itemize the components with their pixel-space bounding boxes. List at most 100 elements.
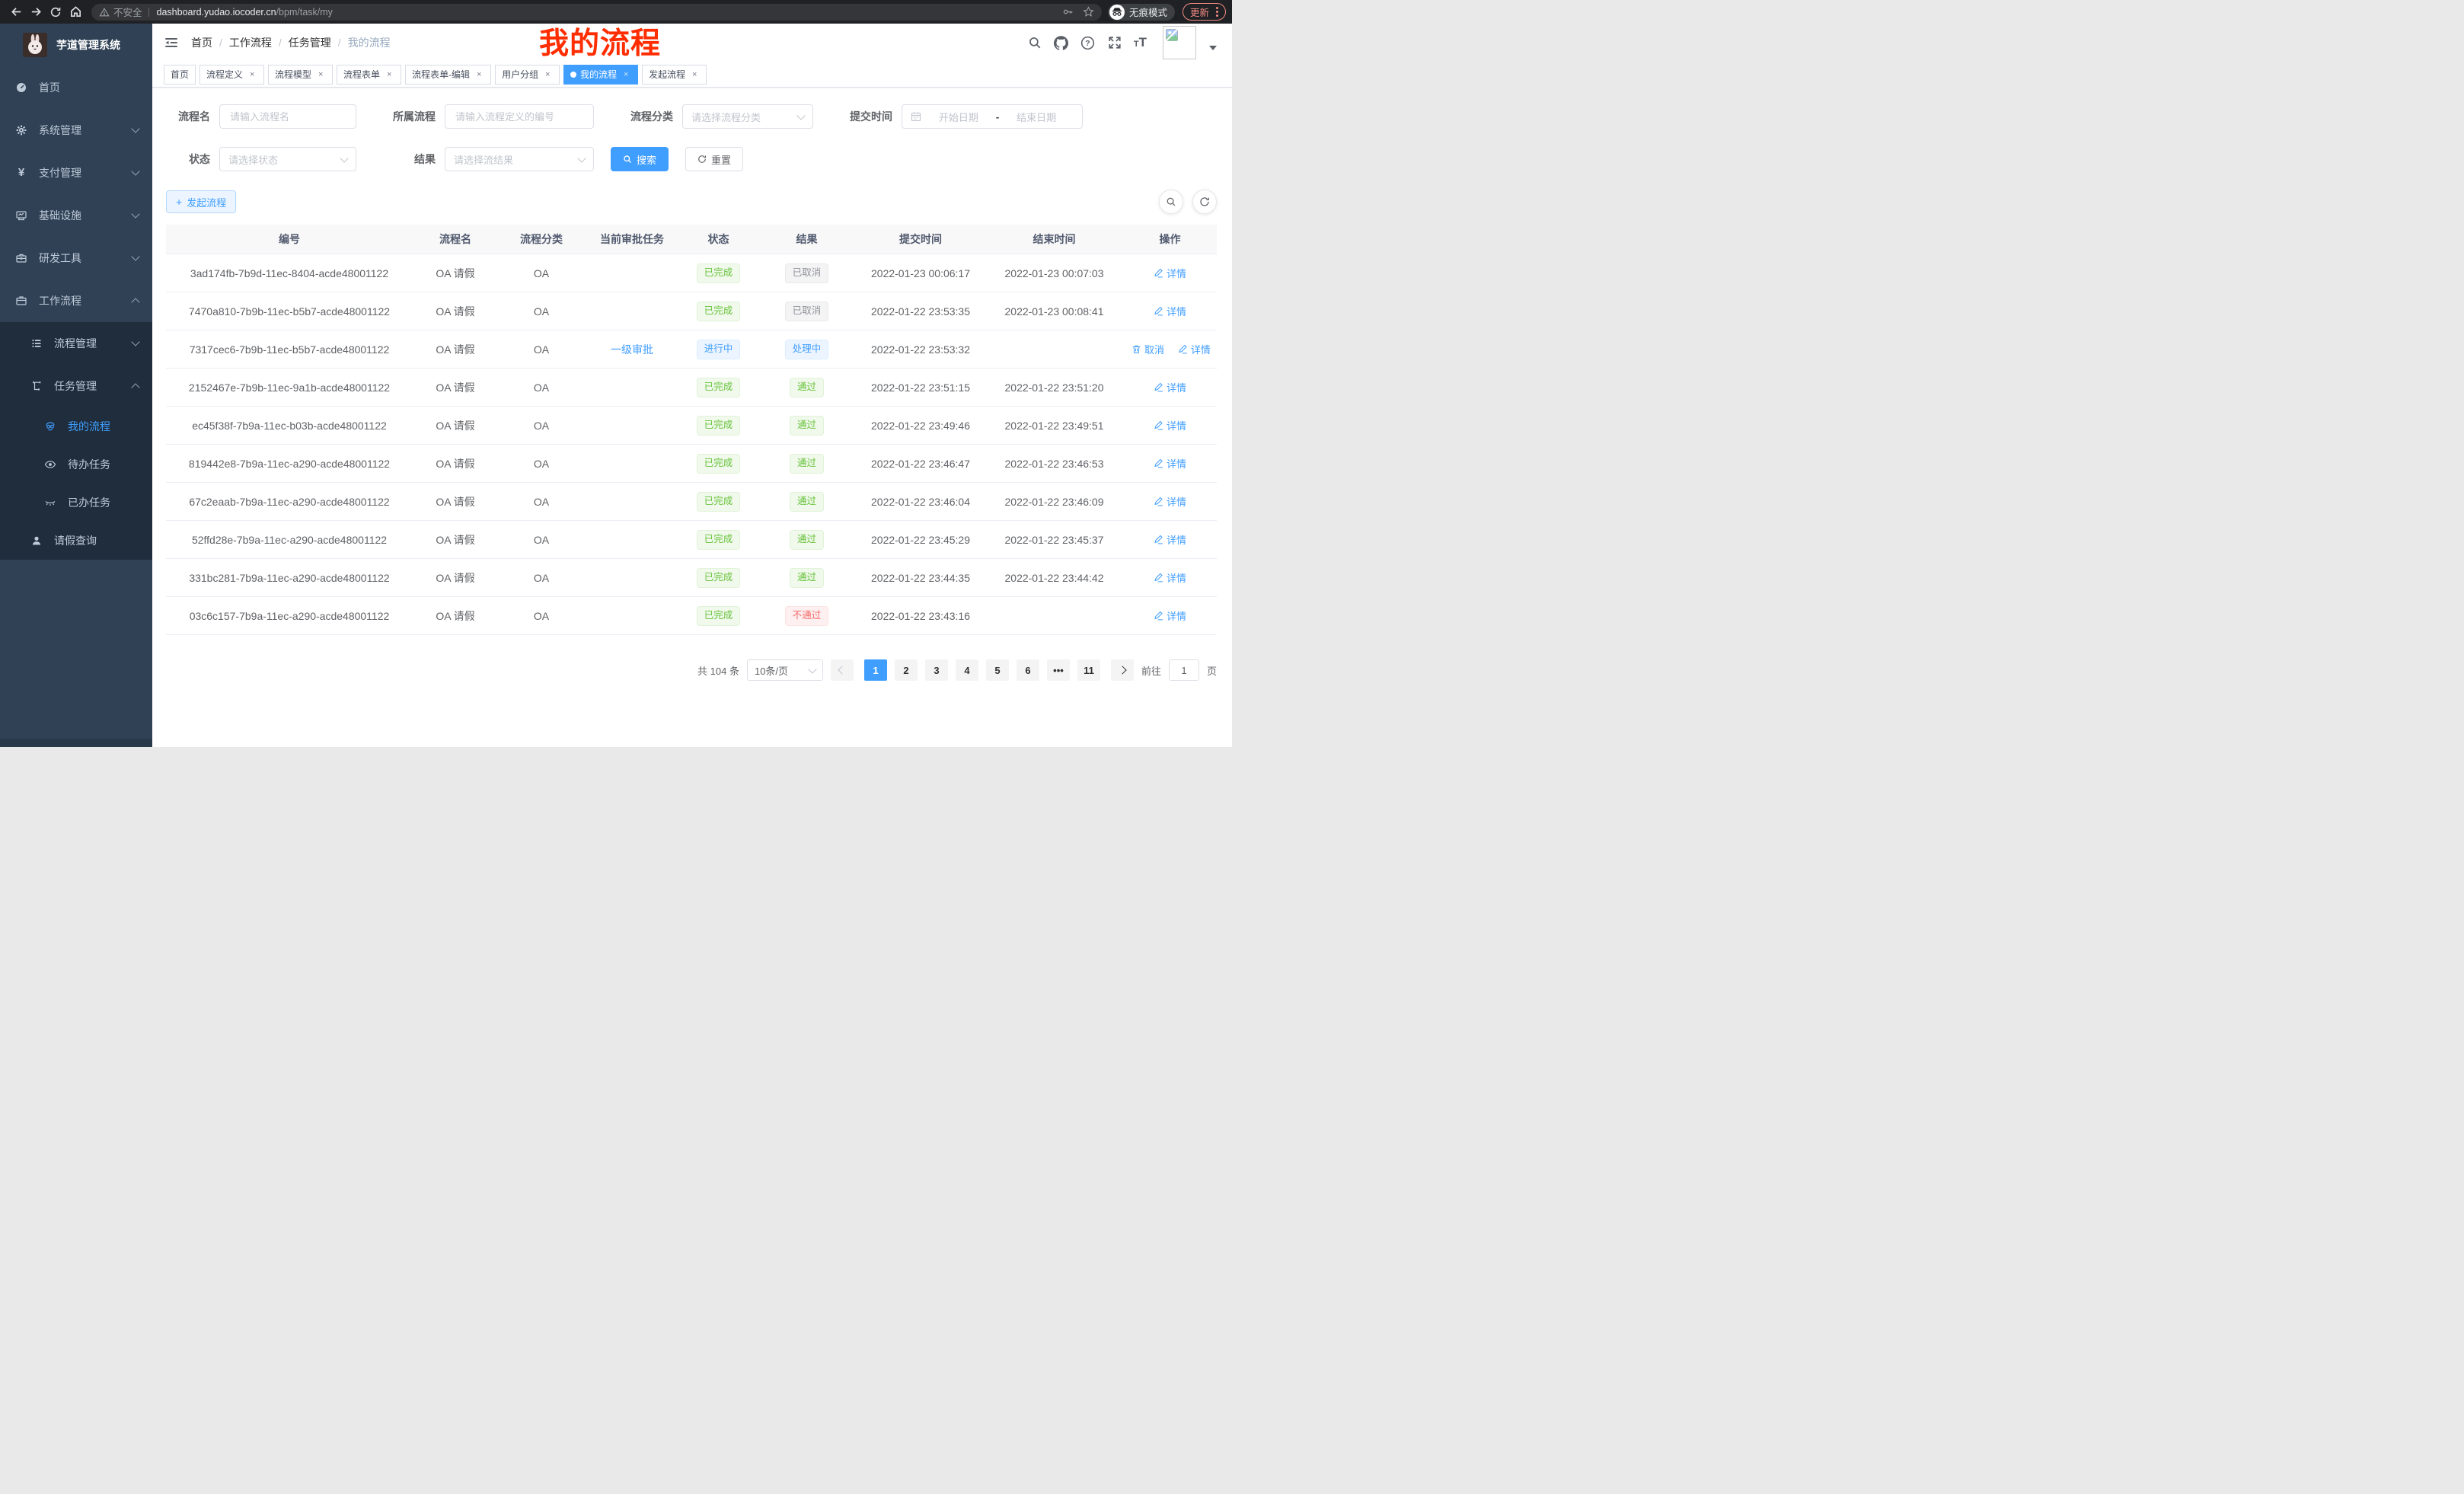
- status-select[interactable]: 请选择状态: [219, 147, 356, 171]
- chevron-down-icon: [131, 252, 139, 260]
- prev-page-button[interactable]: [831, 659, 854, 681]
- header-search-button[interactable]: [1027, 35, 1042, 50]
- gear-icon: [15, 124, 27, 136]
- detail-action-link[interactable]: 详情: [1178, 342, 1211, 356]
- detail-action-link[interactable]: 详情: [1154, 456, 1186, 471]
- fullscreen-button[interactable]: [1107, 35, 1122, 50]
- browser-reload-button[interactable]: [46, 2, 65, 22]
- cell-actions: 详情: [1123, 292, 1217, 330]
- sidebar-item-workflow[interactable]: 工作流程: [0, 279, 152, 322]
- detail-action-link[interactable]: 详情: [1154, 570, 1186, 585]
- sidebar-item-label: 系统管理: [39, 123, 81, 138]
- browser-forward-button[interactable]: [26, 2, 46, 22]
- not-secure-warning-icon: [99, 7, 110, 18]
- close-icon[interactable]: ×: [542, 70, 553, 79]
- view-tab[interactable]: 流程表单 ×: [337, 65, 401, 85]
- page-button[interactable]: 2: [895, 659, 918, 681]
- sidebar-item-system[interactable]: 系统管理: [0, 109, 152, 152]
- page-button[interactable]: •••: [1047, 659, 1070, 681]
- detail-action-link[interactable]: 详情: [1154, 304, 1186, 318]
- view-tab[interactable]: 流程表单-编辑 ×: [405, 65, 491, 85]
- process-name-input[interactable]: [219, 104, 356, 129]
- sidebar-item-devtools[interactable]: 研发工具: [0, 237, 152, 279]
- detail-action-link[interactable]: 详情: [1154, 532, 1186, 547]
- search-button[interactable]: 搜索: [611, 147, 669, 171]
- avatar-dropdown-caret-icon[interactable]: [1209, 46, 1217, 50]
- pagination-total: 共 104 条: [697, 663, 739, 678]
- cancel-action-link[interactable]: 取消: [1131, 342, 1164, 356]
- view-tab[interactable]: 流程模型 ×: [268, 65, 333, 85]
- close-icon[interactable]: ×: [689, 70, 700, 79]
- close-icon[interactable]: ×: [384, 70, 394, 79]
- github-link[interactable]: [1054, 35, 1069, 50]
- close-icon[interactable]: ×: [315, 70, 326, 79]
- process-name-input-field[interactable]: [228, 110, 347, 123]
- cell-process-name: OA 请假: [413, 330, 498, 369]
- close-icon[interactable]: ×: [621, 70, 631, 79]
- sidebar-item-leave-query[interactable]: 请假查询: [0, 522, 152, 560]
- page-button[interactable]: 3: [925, 659, 948, 681]
- create-process-button[interactable]: + 发起流程: [166, 190, 236, 213]
- detail-action-link[interactable]: 详情: [1154, 608, 1186, 623]
- main-area: 我的流程 首页 / 工作流程 / 任务管理 / 我的流程: [152, 24, 1232, 747]
- page-button[interactable]: 6: [1017, 659, 1039, 681]
- breadcrumb-item[interactable]: 任务管理: [289, 35, 331, 50]
- toggle-search-button[interactable]: [1159, 190, 1183, 214]
- chevron-down-icon: [131, 337, 139, 346]
- sidebar-item-done-tasks[interactable]: 已办任务: [0, 484, 152, 522]
- app-logo[interactable]: 芋道管理系统: [0, 24, 152, 66]
- browser-menu-dots-icon[interactable]: [1216, 7, 1218, 17]
- breadcrumb-item[interactable]: 工作流程: [229, 35, 272, 50]
- page-button[interactable]: 11: [1077, 659, 1100, 681]
- close-icon[interactable]: ×: [474, 70, 484, 79]
- detail-action-link[interactable]: 详情: [1154, 266, 1186, 280]
- sidebar-item-infrastructure[interactable]: 基础设施: [0, 194, 152, 237]
- view-tab[interactable]: 流程定义 ×: [199, 65, 264, 85]
- address-bar[interactable]: 不安全 dashboard.yudao.iocoder.cn/bpm/task/…: [91, 4, 1102, 21]
- page-button[interactable]: 4: [956, 659, 978, 681]
- browser-update-button[interactable]: 更新: [1183, 3, 1226, 21]
- view-tab[interactable]: 用户分组 ×: [495, 65, 560, 85]
- detail-action-link[interactable]: 详情: [1154, 494, 1186, 509]
- search-icon: [1166, 196, 1176, 207]
- detail-action-link[interactable]: 详情: [1154, 380, 1186, 394]
- category-select[interactable]: 请选择流程分类: [682, 104, 813, 129]
- result-select[interactable]: 请选择流结果: [445, 147, 594, 171]
- bookmark-star-button[interactable]: [1083, 6, 1094, 18]
- date-range-separator: -: [996, 111, 999, 123]
- process-definition-input[interactable]: [445, 104, 594, 129]
- goto-page-input[interactable]: [1169, 659, 1199, 681]
- browser-back-button[interactable]: [6, 2, 26, 22]
- font-size-button[interactable]: TT: [1134, 35, 1147, 50]
- detail-action-link[interactable]: 详情: [1154, 418, 1186, 433]
- view-tab[interactable]: 首页 ×: [164, 65, 196, 85]
- cell-actions: 详情: [1123, 597, 1217, 635]
- page-button[interactable]: 1: [864, 659, 887, 681]
- sidebar-item-task-mgmt[interactable]: 任务管理: [0, 365, 152, 407]
- process-definition-input-field[interactable]: [454, 110, 585, 123]
- filter-row-1: 流程名 所属流程 流程分类 请选择流程分类: [166, 104, 1217, 129]
- page-button[interactable]: 5: [986, 659, 1009, 681]
- sidebar-item-my-process[interactable]: 我的流程: [0, 407, 152, 445]
- view-tab[interactable]: 发起流程 ×: [642, 65, 707, 85]
- close-icon[interactable]: ×: [247, 70, 257, 79]
- detail-label: 详情: [1167, 380, 1186, 394]
- sidebar-toggle-button[interactable]: [164, 35, 179, 50]
- sidebar-item-todo-tasks[interactable]: 待办任务: [0, 445, 152, 484]
- breadcrumb-item[interactable]: 首页: [191, 35, 212, 50]
- sidebar-item-process-mgmt[interactable]: 流程管理: [0, 322, 152, 365]
- current-task-link[interactable]: 一级审批: [611, 343, 653, 356]
- refresh-table-button[interactable]: [1192, 190, 1217, 214]
- help-button[interactable]: ?: [1080, 35, 1096, 50]
- reset-button[interactable]: 重置: [685, 147, 743, 171]
- view-tab[interactable]: 我的流程 ×: [563, 65, 638, 85]
- flow-branch-icon: [30, 380, 43, 392]
- page-size-select[interactable]: 10条/页: [747, 659, 823, 681]
- browser-home-button[interactable]: [65, 2, 85, 22]
- next-page-button[interactable]: [1111, 659, 1134, 681]
- avatar[interactable]: [1163, 26, 1196, 59]
- submit-time-range-picker[interactable]: 开始日期 - 结束日期: [902, 104, 1083, 129]
- password-key-button[interactable]: [1062, 6, 1074, 18]
- sidebar-item-payment[interactable]: ¥ 支付管理: [0, 152, 152, 194]
- sidebar-item-home[interactable]: 首页: [0, 66, 152, 109]
